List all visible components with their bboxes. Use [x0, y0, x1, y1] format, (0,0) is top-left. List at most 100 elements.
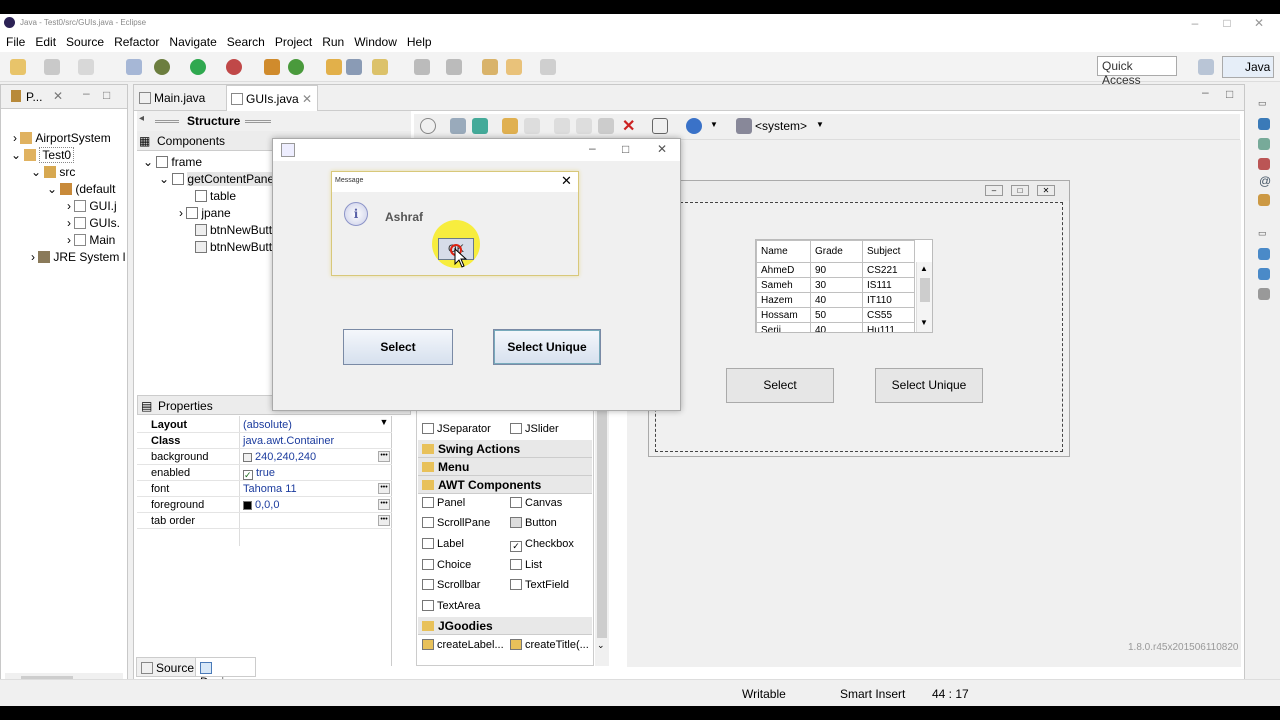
- running-minimize-icon[interactable]: –: [589, 141, 596, 155]
- save-all-icon[interactable]: [78, 59, 94, 75]
- tree-content-pane[interactable]: ⌄ getContentPane: [159, 172, 275, 186]
- tree-item-airportsystem[interactable]: › AirportSystem: [13, 131, 111, 145]
- copy-icon[interactable]: [576, 118, 592, 134]
- palette-swing-actions[interactable]: Swing Actions: [418, 440, 592, 458]
- designed-frame[interactable]: – □ ✕ Name Grade Subject AhmeD 90 CS221 Sameh…: [648, 180, 1070, 457]
- palette-menu[interactable]: Menu: [418, 458, 592, 476]
- table-row[interactable]: AhmeD 90 CS221: [756, 262, 915, 278]
- tab-guis-java[interactable]: GUIs.java ✕: [226, 85, 318, 111]
- table-cell[interactable]: IS111: [862, 277, 915, 293]
- running-select-button[interactable]: Select: [343, 329, 453, 365]
- run-icon[interactable]: [190, 59, 206, 75]
- forward-icon[interactable]: [540, 59, 556, 75]
- prop-row-class[interactable]: Class java.awt.Container: [137, 433, 392, 449]
- edit-dots-icon[interactable]: •••: [378, 451, 390, 462]
- edit-dots-icon[interactable]: •••: [378, 483, 390, 494]
- edit-dots-icon[interactable]: •••: [378, 515, 390, 526]
- prop-row-tab-order[interactable]: tab order •••: [137, 513, 392, 529]
- outline-icon[interactable]: [1258, 118, 1270, 130]
- palette-create-label[interactable]: createLabel...: [422, 639, 504, 651]
- palette-awt-components[interactable]: AWT Components: [418, 476, 592, 494]
- tab-main-java[interactable]: Main.java: [139, 91, 205, 105]
- restore-icon[interactable]: ▭: [1258, 98, 1267, 109]
- table-cell[interactable]: Hossam: [756, 307, 811, 323]
- external-tools-icon[interactable]: [226, 59, 242, 75]
- palette-choice[interactable]: Choice: [422, 559, 471, 571]
- column-header[interactable]: Name: [756, 240, 811, 263]
- delete-icon[interactable]: ✕: [622, 116, 635, 136]
- maximize-icon[interactable]: □: [1212, 14, 1242, 32]
- properties-view-icon[interactable]: [1258, 268, 1270, 280]
- palette-list[interactable]: List: [510, 559, 542, 571]
- table-cell[interactable]: CS55: [862, 307, 915, 323]
- last-edit-icon[interactable]: [482, 59, 498, 75]
- prop-row-foreground[interactable]: foreground 0,0,0 •••: [137, 497, 392, 513]
- checkbox-checked-icon[interactable]: ✓: [243, 470, 253, 480]
- minimize-view-icon[interactable]: –: [83, 86, 90, 100]
- palette-panel[interactable]: Panel: [422, 497, 465, 509]
- column-header[interactable]: Grade: [810, 240, 863, 263]
- annotation-icon[interactable]: [414, 59, 430, 75]
- table-cell[interactable]: 50: [810, 307, 863, 323]
- refresh-icon[interactable]: [472, 118, 488, 134]
- table-row[interactable]: Hazem 40 IT110: [756, 292, 915, 308]
- palette-jseparator[interactable]: JSeparator: [422, 423, 491, 435]
- new-class-icon[interactable]: [288, 59, 304, 75]
- task-icon[interactable]: [1258, 138, 1270, 150]
- table-cell[interactable]: 40: [810, 322, 863, 332]
- table-row[interactable]: Serij 40 Hu111: [756, 322, 915, 332]
- new-java-project-icon[interactable]: [264, 59, 280, 75]
- table-cell[interactable]: CS221: [862, 262, 915, 278]
- table-scrollbar[interactable]: ▲ ▼: [916, 262, 932, 332]
- declaration-icon[interactable]: [1258, 194, 1270, 206]
- maximize-view-icon[interactable]: □: [103, 88, 110, 102]
- palette-checkbox[interactable]: ✓ Checkbox: [510, 538, 574, 552]
- palette-label[interactable]: Label: [422, 538, 464, 550]
- undo-icon[interactable]: [502, 118, 518, 134]
- prop-row-layout[interactable]: Layout (absolute) ▼: [137, 417, 392, 433]
- palette-button[interactable]: Button: [510, 517, 557, 529]
- restore-icon[interactable]: ▭: [1258, 228, 1267, 239]
- prop-row-enabled[interactable]: enabled ✓ true: [137, 465, 392, 481]
- prop-row-font[interactable]: font Tahoma 11 •••: [137, 481, 392, 497]
- menu-run[interactable]: Run: [322, 32, 344, 52]
- tree-item-src[interactable]: ⌄ src: [31, 165, 75, 179]
- laf-select[interactable]: <system>: [755, 119, 807, 133]
- menu-search[interactable]: Search: [227, 32, 265, 52]
- menu-source[interactable]: Source: [66, 32, 104, 52]
- tree-item-default-package[interactable]: ⌄ (default: [47, 182, 115, 196]
- java-perspective-button[interactable]: Java: [1222, 56, 1274, 78]
- quick-access-input[interactable]: Quick Access: [1097, 56, 1177, 87]
- frame-minimize-icon[interactable]: –: [985, 185, 1003, 196]
- collapse-icon[interactable]: ◂: [139, 113, 144, 124]
- dropdown-icon[interactable]: ▼: [710, 120, 718, 129]
- palette-scrollbar[interactable]: ⌄: [595, 402, 609, 666]
- laf-dropdown-icon[interactable]: ▼: [816, 120, 824, 129]
- open-task-icon[interactable]: [346, 59, 362, 75]
- tree-button-2[interactable]: btnNewButt: [195, 240, 272, 254]
- table-cell[interactable]: IT110: [862, 292, 915, 308]
- new-icon[interactable]: [10, 59, 26, 75]
- tab-design[interactable]: Design: [195, 657, 256, 689]
- palette-jgoodies[interactable]: JGoodies: [418, 617, 592, 635]
- edit-dots-icon[interactable]: •••: [378, 499, 390, 510]
- next-annotation-icon[interactable]: [446, 59, 462, 75]
- javadoc-icon[interactable]: @: [1259, 174, 1271, 188]
- menu-file[interactable]: File: [6, 32, 25, 52]
- dropdown-arrow-icon[interactable]: ▼: [378, 418, 390, 430]
- data-table[interactable]: Name Grade Subject AhmeD 90 CS221 Sameh 30 IS11…: [756, 240, 915, 332]
- frame-maximize-icon[interactable]: □: [1011, 185, 1029, 196]
- running-select-unique-button[interactable]: Select Unique: [493, 329, 601, 365]
- palette-jslider[interactable]: JSlider: [510, 423, 559, 435]
- palette-create-title[interactable]: createTitle(...: [510, 639, 589, 651]
- palette-scrollbar-item[interactable]: Scrollbar: [422, 579, 480, 591]
- menu-window[interactable]: Window: [354, 32, 397, 52]
- table-cell[interactable]: 90: [810, 262, 863, 278]
- dialog-close-icon[interactable]: ✕: [561, 173, 572, 189]
- design-select-unique-button[interactable]: Select Unique: [875, 368, 983, 403]
- tree-item-guis[interactable]: › GUIs.: [67, 216, 120, 230]
- cut-icon[interactable]: [554, 118, 570, 134]
- design-select-button[interactable]: Select: [726, 368, 834, 403]
- back-icon[interactable]: [506, 59, 522, 75]
- paste-icon[interactable]: [598, 118, 614, 134]
